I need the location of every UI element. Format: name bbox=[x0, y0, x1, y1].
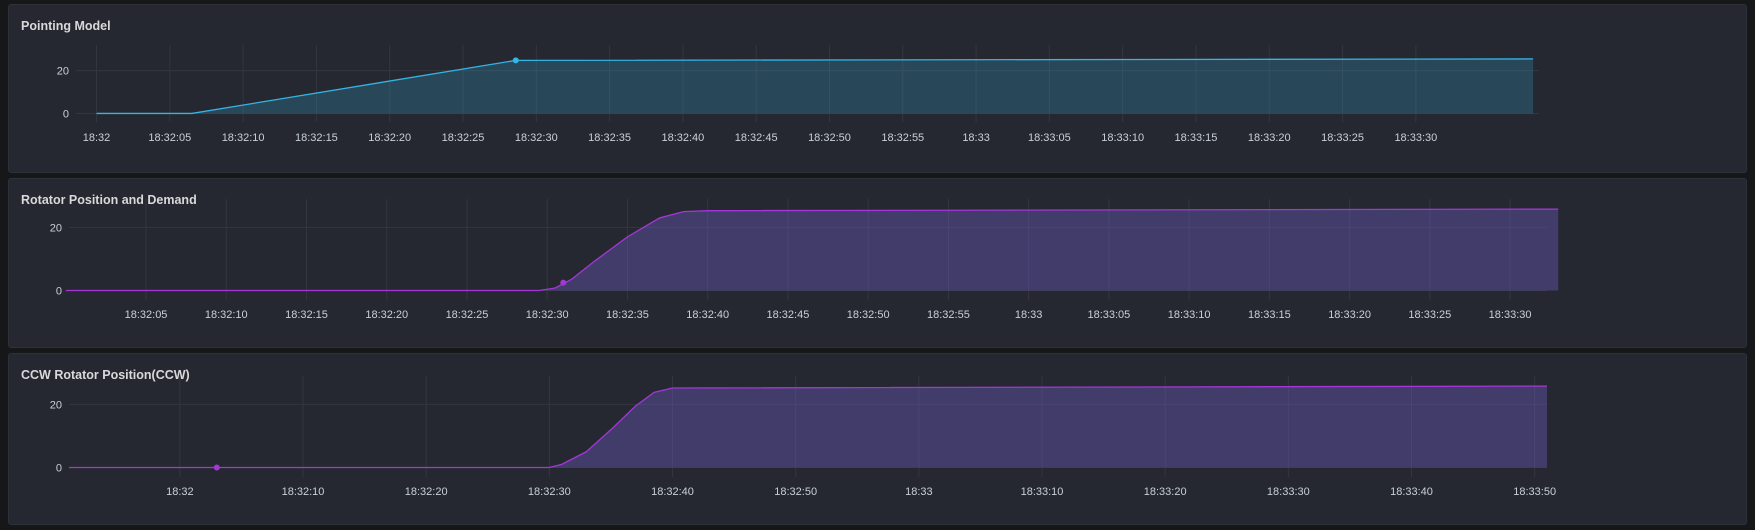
x-tick-label: 18:32 bbox=[166, 486, 194, 498]
x-tick-label: 18:33:05 bbox=[1087, 309, 1130, 321]
x-tick-label: 18:32:55 bbox=[927, 309, 970, 321]
x-tick-label: 18:32:05 bbox=[125, 309, 168, 321]
x-tick-label: 18:33:30 bbox=[1489, 309, 1532, 321]
y-tick-label: 0 bbox=[56, 286, 62, 298]
x-tick-label: 18:32:25 bbox=[446, 309, 489, 321]
x-tick-label: 18:33:20 bbox=[1248, 132, 1291, 144]
x-tick-label: 18:33 bbox=[1015, 309, 1043, 321]
hover-marker bbox=[560, 279, 567, 286]
x-tick-label: 18:33:10 bbox=[1021, 486, 1064, 498]
panel-pointing-model[interactable]: Pointing Model 0 20 18:32 18:32:05 18:32:10 1… bbox=[8, 4, 1747, 173]
x-tick-label: 18:33:25 bbox=[1408, 309, 1451, 321]
x-tick-label: 18:32:35 bbox=[588, 132, 631, 144]
x-tick-label: 18:33:20 bbox=[1144, 486, 1187, 498]
x-tick-label: 18:32:20 bbox=[368, 132, 411, 144]
x-tick-label: 18:33:30 bbox=[1267, 486, 1310, 498]
panel-ccw-rotator-position[interactable]: CCW Rotator Position(CCW) 0 20 18:32 18:32:… bbox=[8, 353, 1747, 525]
series-area bbox=[65, 209, 1559, 291]
x-tick-label: 18:32:20 bbox=[405, 486, 448, 498]
y-tick-label: 20 bbox=[50, 222, 62, 234]
ccw-rotator-chart[interactable]: 0 20 18:32 18:32:10 18:32:20 18:32:30 18:32:40… bbox=[9, 354, 1748, 526]
x-tick-label: 18:33:15 bbox=[1175, 132, 1218, 144]
x-tick-label: 18:32:10 bbox=[222, 132, 265, 144]
y-tick-label: 20 bbox=[57, 66, 69, 78]
x-tick-label: 18:32:30 bbox=[528, 486, 571, 498]
x-tick-label: 18:32:40 bbox=[651, 486, 694, 498]
x-tick-label: 18:33:10 bbox=[1168, 309, 1211, 321]
x-tick-label: 18:32:20 bbox=[365, 309, 408, 321]
series-area bbox=[96, 58, 1534, 114]
x-tick-label: 18:32:10 bbox=[205, 309, 248, 321]
x-tick-label: 18:33 bbox=[905, 486, 933, 498]
y-tick-label: 0 bbox=[63, 108, 69, 120]
x-tick-label: 18:33:30 bbox=[1394, 132, 1437, 144]
x-tick-label: 18:32:40 bbox=[686, 309, 729, 321]
x-tick-label: 18:33:25 bbox=[1321, 132, 1364, 144]
x-tick-label: 18:33:15 bbox=[1248, 309, 1291, 321]
x-tick-label: 18:32:55 bbox=[881, 132, 924, 144]
y-tick-label: 0 bbox=[56, 463, 62, 475]
x-tick-label: 18:32:15 bbox=[295, 132, 338, 144]
x-tick-label: 18:33 bbox=[962, 132, 990, 144]
hover-marker bbox=[512, 57, 519, 64]
x-tick-label: 18:32:50 bbox=[808, 132, 851, 144]
y-tick-label: 20 bbox=[50, 399, 62, 411]
hover-marker bbox=[213, 464, 220, 471]
x-tick-label: 18:32:40 bbox=[661, 132, 704, 144]
x-tick-label: 18:32:35 bbox=[606, 309, 649, 321]
rotator-position-chart[interactable]: 0 20 18:32:05 18:32:10 18:32:15 18:32:20 18:32… bbox=[9, 179, 1748, 349]
x-tick-label: 18:32:10 bbox=[282, 486, 325, 498]
x-tick-label: 18:32:25 bbox=[442, 132, 485, 144]
x-tick-label: 18:32:50 bbox=[774, 486, 817, 498]
x-tick-label: 18:32 bbox=[83, 132, 111, 144]
panel-rotator-position-demand[interactable]: Rotator Position and Demand 0 20 18:32:05 1… bbox=[8, 178, 1747, 348]
x-tick-label: 18:32:30 bbox=[515, 132, 558, 144]
x-tick-label: 18:32:30 bbox=[526, 309, 569, 321]
series-area bbox=[69, 386, 1547, 468]
x-tick-label: 18:32:05 bbox=[148, 132, 191, 144]
x-tick-label: 18:33:40 bbox=[1390, 486, 1433, 498]
x-tick-label: 18:33:05 bbox=[1028, 132, 1071, 144]
x-tick-label: 18:33:20 bbox=[1328, 309, 1371, 321]
x-tick-label: 18:33:10 bbox=[1101, 132, 1144, 144]
x-tick-label: 18:32:45 bbox=[735, 132, 778, 144]
x-tick-label: 18:33:50 bbox=[1513, 486, 1556, 498]
pointing-model-chart[interactable]: 0 20 18:32 18:32:05 18:32:10 18:32:15 18:32:20… bbox=[9, 5, 1748, 174]
x-tick-label: 18:32:15 bbox=[285, 309, 328, 321]
x-tick-label: 18:32:50 bbox=[847, 309, 890, 321]
x-tick-label: 18:32:45 bbox=[767, 309, 810, 321]
